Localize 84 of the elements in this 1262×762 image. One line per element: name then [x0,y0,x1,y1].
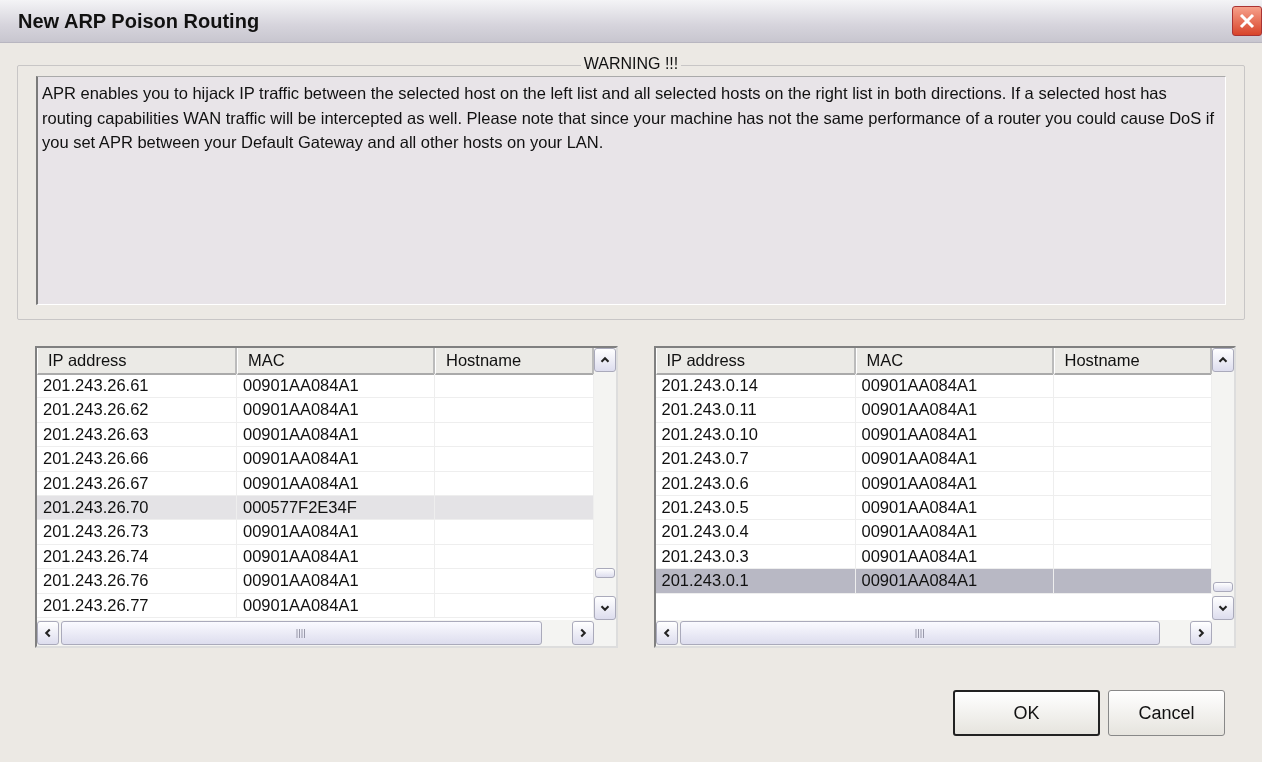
ip-cell: 201.243.26.73 [37,520,237,544]
ip-cell: 201.243.26.67 [37,471,237,495]
mac-cell: 00901AA084A1 [237,593,435,617]
dialog-button[interactable]: OK [953,690,1100,736]
ip-cell: 201.243.0.10 [655,422,856,447]
column-header[interactable]: MAC [237,348,435,375]
scroll-thumb[interactable] [1213,582,1233,592]
ip-cell: 201.243.0.11 [655,398,856,422]
host-row[interactable]: 201.243.26.63 00901AA084A1 [37,422,594,448]
mac-cell: 00901AA084A1 [855,471,1054,495]
host-row[interactable]: 201.243.26.61 00901AA084A1 [37,374,594,399]
mac-cell: 00901AA084A1 [237,520,435,544]
scroll-right-button[interactable] [1190,621,1212,645]
mac-cell: 00901AA084A1 [855,422,1054,447]
host-row[interactable]: 201.243.0.1 00901AA084A1 [655,569,1212,594]
host-row[interactable]: 201.243.0.4 00901AA084A1 [655,520,1212,545]
scroll-left-button[interactable] [655,621,678,645]
scroll-right-button[interactable] [571,621,594,645]
scroll-thumb[interactable] [61,621,542,645]
host-row[interactable]: 201.243.26.74 00901AA084A1 [37,544,594,570]
ip-cell: 201.243.26.62 [37,398,237,422]
host-row[interactable]: 201.243.26.62 00901AA084A1 [37,398,594,423]
host-row[interactable]: 201.243.0.5 00901AA084A1 [655,495,1212,521]
mac-cell: 00901AA084A1 [237,447,435,471]
mac-cell: 00901AA084A1 [237,374,435,398]
ip-cell: 201.243.26.66 [37,447,237,471]
grip-icon [296,628,307,638]
ip-cell: 201.243.0.1 [655,569,856,593]
host-list[interactable] [35,346,618,648]
host-row[interactable]: 201.243.0.11 00901AA084A1 [655,398,1212,423]
mac-cell: 00901AA084A1 [237,544,435,569]
ip-cell: 201.243.26.61 [37,374,237,398]
scroll-thumb[interactable] [679,621,1160,645]
mac-cell: 00901AA084A1 [237,569,435,593]
window-title: New ARP Poison Routing [18,9,260,33]
host-row[interactable]: 201.243.26.77 00901AA084A1 [37,593,594,618]
close-icon [1238,12,1256,30]
scroll-left-button[interactable] [37,621,59,645]
ip-cell: 201.243.26.74 [37,544,237,569]
ip-cell: 201.243.0.4 [655,520,856,544]
close-button[interactable] [1232,6,1262,36]
scroll-up-button[interactable] [593,348,616,372]
mac-cell: 00901AA084A1 [855,447,1054,471]
scroll-down-button[interactable] [1212,596,1234,620]
column-header[interactable]: IP address [655,348,856,375]
column-header[interactable]: Hostname [435,348,594,375]
ip-cell: 201.243.26.77 [37,593,237,617]
warning-text: APR enables you to hijack IP traffic between the selected host on the left list and all selected hosts on the right list in both directions. If a selected host has routing capabilities WAN traffic will be intercepted as well. Please note that since your machine has not the same performance of a router you could cause DoS if you set APR between your Default Gateway and all other hosts on your LAN. [36,76,1226,305]
host-row[interactable]: 201.243.0.6 00901AA084A1 [655,471,1212,496]
scroll-up-button[interactable] [1212,348,1234,372]
host-row[interactable]: 201.243.0.7 00901AA084A1 [655,447,1212,472]
host-row[interactable]: 201.243.0.14 00901AA084A1 [655,374,1212,399]
ip-cell: 201.243.0.14 [655,374,856,398]
ip-cell: 201.243.26.63 [37,422,237,447]
column-header[interactable]: IP address [37,348,237,375]
ip-cell: 201.243.0.5 [655,495,856,520]
mac-cell: 000577F2E34F [237,495,435,520]
ip-cell: 201.243.26.76 [37,569,237,593]
host-row[interactable]: 201.243.26.76 00901AA084A1 [37,569,594,594]
column-header[interactable]: Hostname [1053,348,1212,375]
scroll-thumb[interactable] [594,568,615,578]
mac-cell: 00901AA084A1 [237,398,435,422]
scroll-down-button[interactable] [593,596,616,620]
ip-cell: 201.243.0.6 [655,471,856,495]
mac-cell: 00901AA084A1 [237,422,435,447]
mac-cell: 00901AA084A1 [237,471,435,495]
mac-cell: 00901AA084A1 [855,569,1054,593]
host-row[interactable]: 201.243.26.67 00901AA084A1 [37,471,594,496]
host-list[interactable] [653,346,1236,648]
ip-cell: 201.243.0.3 [655,544,856,569]
mac-cell: 00901AA084A1 [855,520,1054,544]
host-row[interactable]: 201.243.0.10 00901AA084A1 [655,422,1212,448]
host-row[interactable]: 201.243.26.73 00901AA084A1 [37,520,594,545]
mac-cell: 00901AA084A1 [855,374,1054,398]
mac-cell: 00901AA084A1 [855,398,1054,422]
host-row[interactable]: 201.243.26.66 00901AA084A1 [37,447,594,472]
host-row[interactable]: 201.243.26.70 000577F2E34F [37,495,594,521]
mac-cell: 00901AA084A1 [855,544,1054,569]
ip-cell: 201.243.26.70 [37,495,237,520]
ip-cell: 201.243.0.7 [655,447,856,471]
column-header[interactable]: MAC [855,348,1054,375]
mac-cell: 00901AA084A1 [855,495,1054,520]
grip-icon [914,628,925,638]
dialog-button[interactable]: Cancel [1108,690,1225,736]
